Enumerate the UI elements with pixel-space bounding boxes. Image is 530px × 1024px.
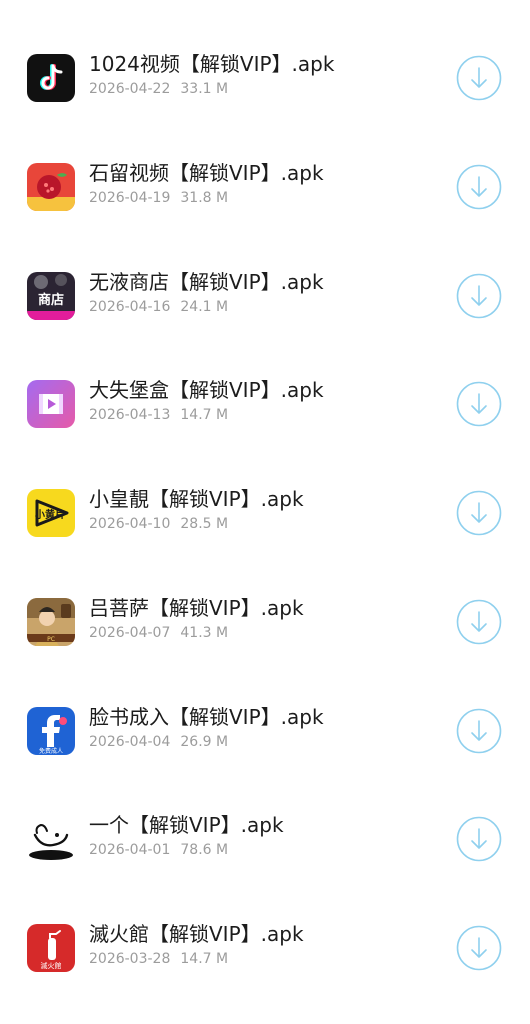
video-player-icon [27,380,75,429]
item-date: 2026-04-01 [89,842,171,859]
item-meta: 2026-04-19 31.8 M [89,189,228,207]
item-meta: 2026-03-28 14.7 M [89,950,228,968]
download-button[interactable] [456,599,502,645]
item-date: 2026-04-22 [89,81,171,97]
download-arrow-icon [456,273,502,318]
item-title: 石留视频【解锁VIP】.apk [89,160,324,185]
apk-list: 1024视频【解锁VIP】.apk 2026-04-22 33.1 M 石留视频【… [0,22,530,1001]
shop-icon: 商店 [27,271,75,320]
item-size: 24.1 M [180,298,229,315]
item-title: 小皇靚【解锁VIP】.apk [89,487,304,511]
item-meta: 2026-04-07 41.3 M [89,624,228,642]
item-title: 滅火館【解锁VIP】.apk [89,922,304,946]
item-meta: 2026-04-10 28.5 M [89,515,228,533]
list-item[interactable]: 1024视频【解锁VIP】.apk 2026-04-22 33.1 M [0,22,530,131]
list-item[interactable]: 免费成人 脸书成入【解锁VIP】.apk 2026-04-04 26.9 M [0,675,530,784]
yellow-play-icon: 小黄片 [27,489,75,537]
item-title: 脸书成入【解锁VIP】.apk [89,704,324,729]
list-item[interactable]: 商店 无液商店【解锁VIP】.apk 2026-04-16 24.1 M [0,240,530,349]
pomegranate-icon [27,162,75,211]
item-size: 26.9 M [180,733,229,750]
download-arrow-icon [456,381,502,427]
item-size: 14.7 M [180,951,229,967]
download-button[interactable] [456,381,502,427]
item-date: 2026-04-13 [89,407,171,424]
item-date: 2026-04-10 [89,516,171,532]
facebook-style-icon: 免费成人 [27,706,75,755]
item-meta: 2026-04-01 78.6 M [89,841,228,859]
item-size: 78.6 M [180,842,229,859]
download-arrow-icon [456,599,502,645]
svg-text:商店: 商店 [38,292,64,308]
download-button[interactable] [456,490,502,536]
tiktok-style-icon [27,54,75,102]
list-item[interactable]: 小黄片 小皇靚【解锁VIP】.apk 2026-04-10 28.5 M [0,457,530,566]
list-item[interactable]: 一个【解锁VIP】.apk 2026-04-01 78.6 M [0,783,530,892]
fire-extinguisher-icon: 滅火館 [27,924,75,972]
item-meta: 2026-04-16 24.1 M [89,298,228,316]
item-size: 41.3 M [180,624,229,641]
item-meta: 2026-04-22 33.1 M [89,80,228,98]
download-arrow-icon [456,55,502,101]
item-date: 2026-03-28 [89,951,171,967]
item-size: 31.8 M [180,189,229,206]
list-item[interactable]: PC 吕菩萨【解锁VIP】.apk 2026-04-07 41.3 M [0,566,530,675]
download-button[interactable] [456,708,502,754]
item-size: 14.7 M [180,407,229,424]
download-button[interactable] [456,273,502,319]
list-item[interactable]: 滅火館 滅火館【解锁VIP】.apk 2026-03-28 14.7 M [0,892,530,1001]
download-arrow-icon [456,490,502,536]
svg-text:小黄片: 小黄片 [34,508,65,521]
svg-text:PC: PC [47,636,55,643]
item-date: 2026-04-19 [89,189,171,206]
download-button[interactable] [456,925,502,971]
item-meta: 2026-04-13 14.7 M [89,406,228,424]
download-button[interactable] [456,164,502,210]
item-size: 33.1 M [180,81,229,97]
download-arrow-icon [456,816,502,862]
download-arrow-icon [456,164,502,210]
item-meta: 2026-04-04 26.9 M [89,733,228,751]
item-date: 2026-04-04 [89,733,171,750]
download-arrow-icon [456,708,502,753]
icon-caption: 免费成人 [39,747,63,755]
item-title: 吕菩萨【解锁VIP】.apk [89,595,304,620]
download-button[interactable] [456,816,502,862]
list-item[interactable]: 石留视频【解锁VIP】.apk 2026-04-19 31.8 M [0,131,530,240]
item-title: 大失堡盒【解锁VIP】.apk [89,378,324,403]
icon-caption: 滅火館 [41,961,62,970]
item-date: 2026-04-07 [89,624,171,641]
item-date: 2026-04-16 [89,298,171,315]
item-title: 一个【解锁VIP】.apk [89,813,284,838]
item-title: 1024视频【解锁VIP】.apk [89,52,335,76]
item-size: 28.5 M [180,516,229,532]
download-button[interactable] [456,55,502,101]
list-item[interactable]: 大失堡盒【解锁VIP】.apk 2026-04-13 14.7 M [0,348,530,457]
game-character-icon: PC [27,597,75,646]
item-title: 无液商店【解锁VIP】.apk [89,269,324,294]
download-arrow-icon [456,925,502,971]
hand-bowl-icon [27,815,75,864]
